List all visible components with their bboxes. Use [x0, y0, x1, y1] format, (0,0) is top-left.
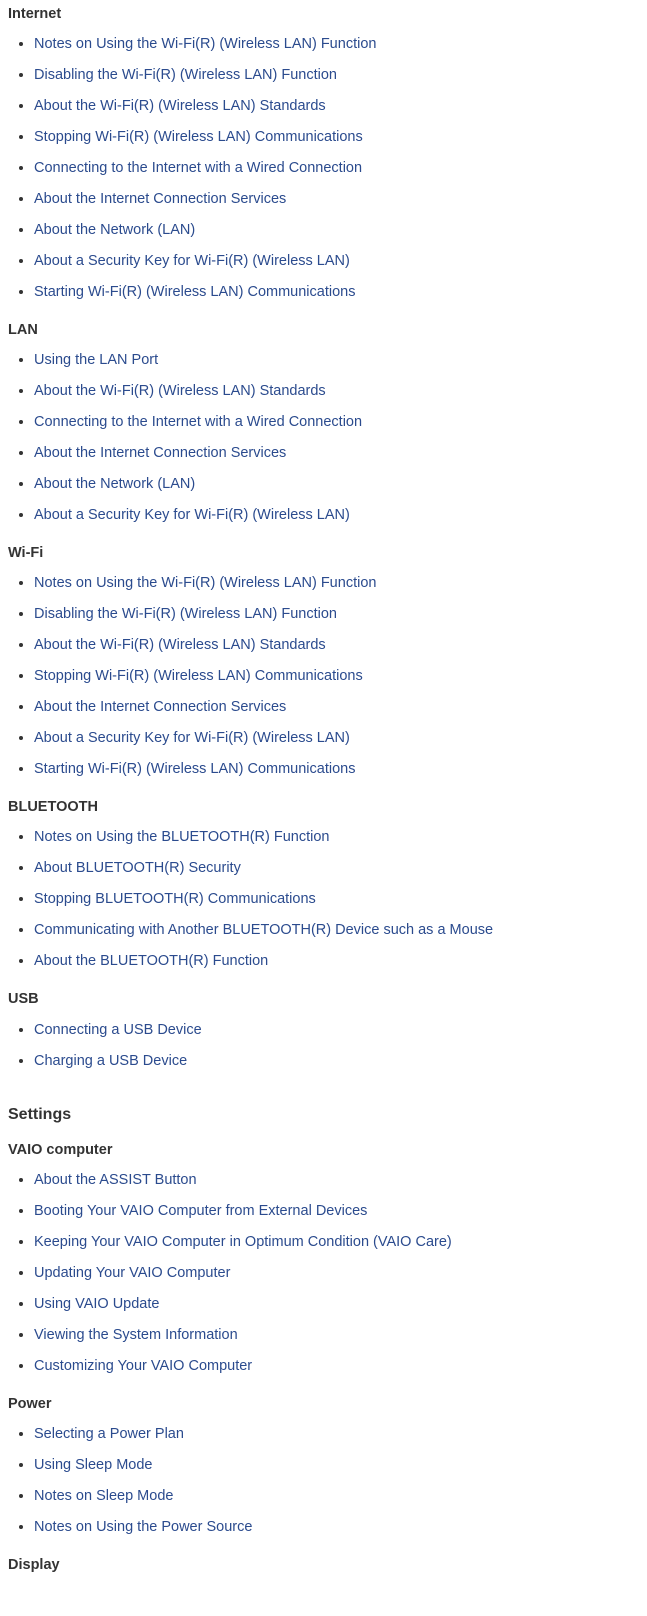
help-link[interactable]: About the Internet Connection Services	[34, 445, 286, 461]
list-item: About a Security Key for Wi-Fi(R) (Wirel…	[34, 502, 639, 529]
help-link[interactable]: About the Network (LAN)	[34, 476, 195, 492]
list-item: Keeping Your VAIO Computer in Optimum Co…	[34, 1229, 639, 1256]
link-list: Notes on Using the Wi-Fi(R) (Wireless LA…	[8, 570, 639, 783]
list-item: About the Network (LAN)	[34, 471, 639, 498]
list-item: About the BLUETOOTH(R) Function	[34, 948, 639, 975]
help-link[interactable]: About the BLUETOOTH(R) Function	[34, 953, 268, 969]
list-item: Using Sleep Mode	[34, 1452, 639, 1479]
help-link[interactable]: Selecting a Power Plan	[34, 1426, 184, 1442]
link-list: Notes on Using the BLUETOOTH(R) Function…	[8, 824, 639, 975]
help-link[interactable]: About a Security Key for Wi-Fi(R) (Wirel…	[34, 507, 350, 523]
help-link[interactable]: Customizing Your VAIO Computer	[34, 1358, 252, 1374]
list-item: Connecting to the Internet with a Wired …	[34, 409, 639, 436]
help-link[interactable]: Disabling the Wi-Fi(R) (Wireless LAN) Fu…	[34, 67, 337, 83]
list-item: Disabling the Wi-Fi(R) (Wireless LAN) Fu…	[34, 62, 639, 89]
link-list: About the ASSIST Button Booting Your VAIO…	[8, 1167, 639, 1380]
group-heading: VAIO computer	[8, 1140, 639, 1161]
help-link[interactable]: About a Security Key for Wi-Fi(R) (Wirel…	[34, 730, 350, 746]
list-item: Booting Your VAIO Computer from External…	[34, 1198, 639, 1225]
list-item: About BLUETOOTH(R) Security	[34, 855, 639, 882]
help-link[interactable]: Starting Wi-Fi(R) (Wireless LAN) Communi…	[34, 284, 355, 300]
help-link[interactable]: Starting Wi-Fi(R) (Wireless LAN) Communi…	[34, 761, 355, 777]
help-link[interactable]: About the Internet Connection Services	[34, 191, 286, 207]
help-link[interactable]: Charging a USB Device	[34, 1053, 187, 1069]
group-heading: USB	[8, 989, 639, 1010]
list-item: About the Wi-Fi(R) (Wireless LAN) Standa…	[34, 378, 639, 405]
list-item: About a Security Key for Wi-Fi(R) (Wirel…	[34, 248, 639, 275]
help-link[interactable]: About a Security Key for Wi-Fi(R) (Wirel…	[34, 253, 350, 269]
help-link[interactable]: Notes on Using the BLUETOOTH(R) Function	[34, 829, 329, 845]
group-heading: Internet	[8, 4, 639, 25]
help-link[interactable]: Stopping Wi-Fi(R) (Wireless LAN) Communi…	[34, 129, 363, 145]
link-list: Notes on Using the Wi-Fi(R) (Wireless LA…	[8, 31, 639, 306]
list-item: About the Wi-Fi(R) (Wireless LAN) Standa…	[34, 632, 639, 659]
help-link[interactable]: About BLUETOOTH(R) Security	[34, 860, 241, 876]
help-link[interactable]: Notes on Using the Power Source	[34, 1519, 252, 1535]
link-list: Connecting a USB Device Charging a USB De…	[8, 1017, 639, 1075]
list-item: Notes on Using the Wi-Fi(R) (Wireless LA…	[34, 31, 639, 58]
help-link[interactable]: About the Wi-Fi(R) (Wireless LAN) Standa…	[34, 383, 326, 399]
list-item: Disabling the Wi-Fi(R) (Wireless LAN) Fu…	[34, 601, 639, 628]
list-item: Using the LAN Port	[34, 347, 639, 374]
list-item: About the Wi-Fi(R) (Wireless LAN) Standa…	[34, 93, 639, 120]
list-item: About the Internet Connection Services	[34, 186, 639, 213]
list-item: About the ASSIST Button	[34, 1167, 639, 1194]
group-heading: Display	[8, 1555, 639, 1576]
group-heading: LAN	[8, 320, 639, 341]
list-item: Charging a USB Device	[34, 1048, 639, 1075]
list-item: About the Network (LAN)	[34, 217, 639, 244]
help-link[interactable]: Stopping Wi-Fi(R) (Wireless LAN) Communi…	[34, 668, 363, 684]
help-link[interactable]: Using the LAN Port	[34, 352, 158, 368]
list-item: Starting Wi-Fi(R) (Wireless LAN) Communi…	[34, 756, 639, 783]
help-link[interactable]: Connecting a USB Device	[34, 1022, 202, 1038]
list-item: Stopping BLUETOOTH(R) Communications	[34, 886, 639, 913]
list-item: Selecting a Power Plan	[34, 1421, 639, 1448]
group-heading: BLUETOOTH	[8, 797, 639, 818]
list-item: Notes on Using the Power Source	[34, 1514, 639, 1541]
list-item: Using VAIO Update	[34, 1291, 639, 1318]
document-body: Internet Notes on Using the Wi-Fi(R) (Wir…	[8, 4, 639, 1576]
help-link[interactable]: About the Network (LAN)	[34, 222, 195, 238]
list-item: Stopping Wi-Fi(R) (Wireless LAN) Communi…	[34, 124, 639, 151]
help-link[interactable]: Connecting to the Internet with a Wired …	[34, 414, 362, 430]
list-item: Connecting a USB Device	[34, 1017, 639, 1044]
help-link[interactable]: Disabling the Wi-Fi(R) (Wireless LAN) Fu…	[34, 606, 337, 622]
link-list: Using the LAN Port About the Wi-Fi(R) (Wi…	[8, 347, 639, 529]
help-link[interactable]: Communicating with Another BLUETOOTH(R) …	[34, 922, 493, 938]
list-item: Notes on Using the Wi-Fi(R) (Wireless LA…	[34, 570, 639, 597]
help-link[interactable]: Viewing the System Information	[34, 1327, 238, 1343]
list-item: About the Internet Connection Services	[34, 694, 639, 721]
list-item: Starting Wi-Fi(R) (Wireless LAN) Communi…	[34, 279, 639, 306]
help-link[interactable]: Booting Your VAIO Computer from External…	[34, 1203, 367, 1219]
link-list: Selecting a Power Plan Using Sleep Mode No…	[8, 1421, 639, 1541]
list-item: About the Internet Connection Services	[34, 440, 639, 467]
list-item: About a Security Key for Wi-Fi(R) (Wirel…	[34, 725, 639, 752]
list-item: Connecting to the Internet with a Wired …	[34, 155, 639, 182]
help-link[interactable]: Connecting to the Internet with a Wired …	[34, 160, 362, 176]
help-link[interactable]: Updating Your VAIO Computer	[34, 1265, 230, 1281]
help-link[interactable]: Keeping Your VAIO Computer in Optimum Co…	[34, 1234, 452, 1250]
help-link[interactable]: Notes on Sleep Mode	[34, 1488, 173, 1504]
list-item: Updating Your VAIO Computer	[34, 1260, 639, 1287]
help-link[interactable]: About the Wi-Fi(R) (Wireless LAN) Standa…	[34, 98, 326, 114]
help-link[interactable]: Stopping BLUETOOTH(R) Communications	[34, 891, 316, 907]
list-item: Stopping Wi-Fi(R) (Wireless LAN) Communi…	[34, 663, 639, 690]
list-item: Viewing the System Information	[34, 1322, 639, 1349]
help-link[interactable]: Notes on Using the Wi-Fi(R) (Wireless LA…	[34, 575, 376, 591]
help-link[interactable]: Using VAIO Update	[34, 1296, 159, 1312]
group-heading: Wi-Fi	[8, 543, 639, 564]
list-item: Communicating with Another BLUETOOTH(R) …	[34, 917, 639, 944]
group-heading: Power	[8, 1394, 639, 1415]
help-link[interactable]: About the ASSIST Button	[34, 1172, 197, 1188]
list-item: Customizing Your VAIO Computer	[34, 1353, 639, 1380]
help-link[interactable]: Notes on Using the Wi-Fi(R) (Wireless LA…	[34, 36, 376, 52]
help-link[interactable]: About the Wi-Fi(R) (Wireless LAN) Standa…	[34, 637, 326, 653]
help-link[interactable]: About the Internet Connection Services	[34, 699, 286, 715]
help-link[interactable]: Using Sleep Mode	[34, 1457, 153, 1473]
section-heading: Settings	[8, 1103, 639, 1126]
list-item: Notes on Using the BLUETOOTH(R) Function	[34, 824, 639, 851]
list-item: Notes on Sleep Mode	[34, 1483, 639, 1510]
